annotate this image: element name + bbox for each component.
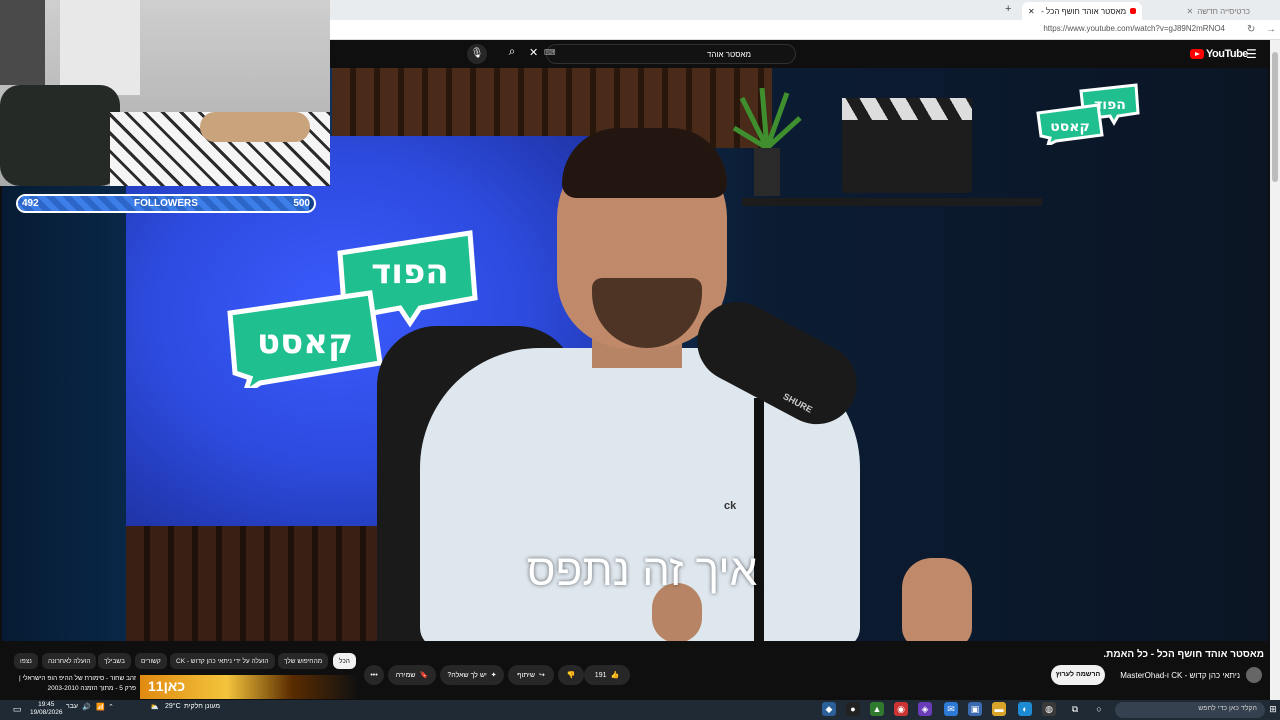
channel-avatar[interactable] — [1246, 667, 1262, 683]
followers-goal-bar: 492 FOLLOWERS 500 — [16, 194, 316, 213]
chrome-icon[interactable]: ◍ — [1042, 702, 1056, 716]
chip-watched[interactable]: נצפו — [14, 653, 38, 669]
weather-temp[interactable]: 29°C — [165, 703, 181, 710]
back-arrow-icon[interactable]: → — [1266, 24, 1276, 35]
clock[interactable]: 19:45 19/08/2026 — [30, 701, 63, 717]
thumbs-down-icon: 👎 — [566, 672, 576, 679]
clapperboard — [842, 98, 972, 193]
tab-youtube[interactable]: מאסטר אוהד חושף הכל - כל האמת ✕ — [1022, 2, 1142, 20]
ask-label: יש לך שאלה? — [447, 671, 487, 679]
bookmark-icon: 🔖 — [419, 672, 429, 679]
windows-start-icon[interactable]: ⊞ — [1266, 702, 1280, 716]
followers-goal: 500 — [293, 198, 310, 209]
chip-from-search[interactable]: מהחיפוש שלך — [278, 653, 329, 669]
keyboard-icon[interactable]: ⌨ — [544, 48, 556, 57]
youtube-favicon-icon — [1130, 8, 1136, 14]
clear-search-icon[interactable]: ✕ — [529, 46, 538, 59]
shirt-logo: ck — [724, 500, 737, 512]
nvidia-icon[interactable]: ▲ — [870, 702, 884, 716]
youtube-logo[interactable]: YouTube — [1190, 48, 1248, 60]
screen-logo-line2: קאסט — [257, 322, 353, 362]
new-tab-button[interactable]: + — [1005, 3, 1011, 15]
like-count: 191 — [594, 671, 607, 679]
search-icon[interactable]: ⌕ — [500, 44, 524, 64]
recommendation-thumb-text: כאן11 — [148, 678, 186, 694]
person-hand-right — [902, 558, 972, 641]
tab-label: כרטיסייה חדשה — [1197, 6, 1250, 16]
tab-new[interactable]: כרטיסייה חדשה ✕ — [1146, 2, 1256, 20]
close-tab-icon[interactable]: ✕ — [1187, 7, 1194, 16]
search-input[interactable]: מאסטר אוהד — [546, 44, 796, 64]
url-text[interactable]: https://www.youtube.com/watch?v=gJ89N2mR… — [1043, 24, 1225, 33]
record-icon[interactable]: ◉ — [894, 702, 908, 716]
share-label: שיתוף — [517, 671, 535, 679]
network-icon[interactable]: 📶 — [96, 703, 105, 711]
app-icon-purple[interactable]: ◈ — [918, 702, 932, 716]
channel-name[interactable]: ניתאי כהן קדוש - CK ו-MasterOhad — [1120, 671, 1240, 680]
screen-logo-line1: הפוד — [371, 252, 448, 292]
weather-text[interactable]: מעונן חלקית — [184, 703, 220, 710]
dislike-button[interactable]: 👎 — [558, 665, 584, 685]
volume-icon[interactable]: 🔊 — [82, 703, 91, 711]
recommendation-title[interactable]: זהב שחור - סימורת של ההיפ הופ הישראלי | … — [14, 674, 136, 694]
language-indicator[interactable]: עבר — [66, 703, 78, 710]
webcam-overlay — [0, 0, 330, 186]
ask-button[interactable]: ✦ יש לך שאלה? — [440, 665, 504, 685]
corner-logo-line2: קאסט — [1050, 119, 1090, 135]
chevron-up-icon[interactable]: ⌃ — [108, 703, 114, 711]
thumbs-up-icon: 👍 — [610, 672, 620, 679]
cortana-icon[interactable]: ○ — [1092, 702, 1106, 716]
video-title: מאסטר אוהד חושף הכל - כל האמת. — [1103, 649, 1264, 660]
mic-stand — [754, 398, 764, 641]
subscribe-button[interactable]: הרשמה לערוץ — [1051, 665, 1105, 685]
plant-decoration — [732, 87, 802, 198]
hamburger-menu-icon[interactable]: ☰ — [1246, 47, 1257, 61]
podcast-logo-corner: הפוד קאסט — [1036, 83, 1140, 145]
voice-search-icon[interactable]: 🎙 — [467, 44, 487, 64]
chip-uploaded-by[interactable]: הועלה על ידי ניתאי כהן קדוש - CK — [170, 653, 275, 669]
close-tab-icon[interactable]: ✕ — [1028, 7, 1035, 16]
chip-all[interactable]: הכל — [333, 653, 356, 669]
webcam-curtain — [60, 0, 140, 95]
corner-logo-line1: הפוד — [1094, 97, 1126, 113]
webcam-blanket — [200, 112, 310, 142]
share-icon: ↪ — [538, 672, 545, 679]
share-button[interactable]: ↪ שיתוף — [508, 665, 554, 685]
scrollbar-thumb[interactable] — [1272, 52, 1278, 182]
clock-date: 19/08/2026 — [30, 709, 63, 716]
show-desktop-icon[interactable]: ▭ — [10, 702, 24, 716]
task-view-icon[interactable]: ⧉ — [1068, 702, 1082, 716]
video-subtitle: איך זה נתפס — [526, 546, 758, 595]
chip-related[interactable]: קשורים — [135, 653, 167, 669]
steam-icon[interactable]: ◆ — [822, 702, 836, 716]
save-label: שמירה — [395, 671, 416, 679]
github-icon[interactable]: ● — [846, 702, 860, 716]
youtube-logo-text: YouTube — [1206, 48, 1248, 60]
taskbar-search-input[interactable]: הקלד כאן כדי לחפש — [1115, 702, 1265, 718]
save-button[interactable]: 🔖 שמירה — [388, 665, 436, 685]
shelf — [742, 198, 1042, 206]
followers-label: FOLLOWERS — [134, 198, 198, 209]
weather-icon[interactable]: ⛅ — [150, 703, 159, 711]
person-hair — [562, 128, 727, 198]
youtube-play-icon — [1190, 49, 1204, 59]
reload-icon[interactable]: ↻ — [1247, 24, 1255, 35]
file-explorer-icon[interactable]: ▬ — [992, 702, 1006, 716]
chip-for-you[interactable]: בשבילך — [98, 653, 131, 669]
like-button[interactable]: 👍 191 — [584, 665, 630, 685]
mail-icon[interactable]: ✉ — [944, 702, 958, 716]
clock-time: 19:45 — [38, 701, 55, 708]
webcam-armchair — [0, 85, 120, 186]
tab-label: מאסטר אוהד חושף הכל - כל האמת — [1039, 6, 1127, 16]
webcam-window — [0, 0, 45, 85]
chip-recently-uploaded[interactable]: הועלה לאחרונה — [42, 653, 97, 669]
store-icon[interactable]: ▣ — [968, 702, 982, 716]
more-icon: ••• — [370, 671, 378, 679]
sparkle-icon: ✦ — [490, 672, 497, 679]
edge-icon[interactable]: ◐ — [1018, 702, 1032, 716]
more-actions-button[interactable]: ••• — [364, 665, 384, 685]
